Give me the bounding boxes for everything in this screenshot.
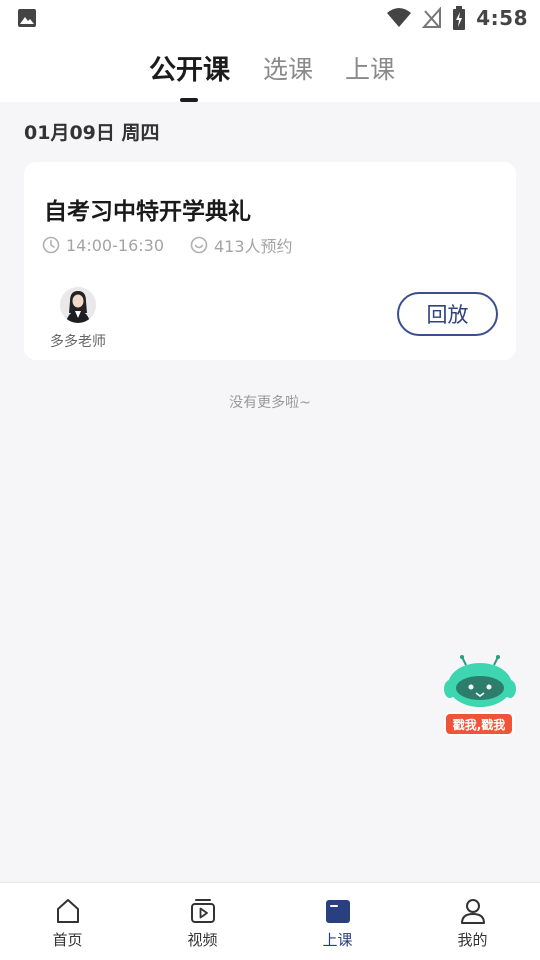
tab-attend-class[interactable]: 上课 bbox=[345, 50, 395, 86]
course-meta: 14:00-16:30 413人预约 bbox=[42, 234, 293, 256]
clock-icon bbox=[42, 236, 60, 254]
smile-icon bbox=[190, 236, 208, 254]
reservation-count: 413人预约 bbox=[214, 237, 293, 256]
nav-item-class[interactable]: 上课 bbox=[270, 883, 405, 960]
mascot-float-button[interactable]: 戳我,戳我 bbox=[442, 655, 518, 741]
home-icon bbox=[56, 899, 79, 923]
nav-label-video: 视频 bbox=[187, 931, 218, 949]
date-heading: 01月09日 周四 bbox=[24, 122, 160, 144]
no-signal-icon bbox=[422, 7, 442, 28]
robot-mascot-icon bbox=[444, 655, 516, 707]
top-tab-bar: 公开课 选课 上课 bbox=[0, 36, 540, 102]
profile-icon bbox=[460, 899, 485, 924]
teacher-name: 多多老师 bbox=[50, 334, 106, 350]
video-icon bbox=[190, 899, 215, 923]
course-title: 自考习中特开学典礼 bbox=[44, 199, 251, 225]
active-tab-indicator bbox=[180, 98, 198, 102]
nav-item-home[interactable]: 首页 bbox=[0, 883, 135, 960]
nav-item-video[interactable]: 视频 bbox=[135, 883, 270, 960]
status-time: 4:58 bbox=[476, 6, 528, 30]
class-icon bbox=[325, 900, 350, 923]
status-bar: 4:58 bbox=[0, 0, 540, 36]
tab-public-class[interactable]: 公开课 bbox=[149, 48, 230, 87]
nav-label-class: 上课 bbox=[322, 931, 353, 949]
gallery-icon bbox=[18, 9, 36, 27]
nav-item-profile[interactable]: 我的 bbox=[405, 883, 540, 960]
end-of-list-text: 没有更多啦~ bbox=[229, 395, 311, 411]
replay-button[interactable]: 回放 bbox=[397, 292, 498, 336]
nav-label-profile: 我的 bbox=[457, 931, 488, 949]
course-card[interactable]: 自考习中特开学典礼 14:00-16:30 413人预约 多多老师 回放 bbox=[24, 162, 516, 360]
battery-charging-icon bbox=[453, 6, 466, 30]
nav-label-home: 首页 bbox=[52, 931, 83, 949]
mascot-label: 戳我,戳我 bbox=[444, 712, 514, 736]
teacher-avatar bbox=[60, 287, 96, 323]
wifi-icon bbox=[387, 8, 412, 27]
course-time: 14:00-16:30 bbox=[66, 235, 164, 255]
bottom-nav: 首页 视频 上课 我的 bbox=[0, 882, 540, 960]
tab-select-course[interactable]: 选课 bbox=[263, 50, 313, 86]
